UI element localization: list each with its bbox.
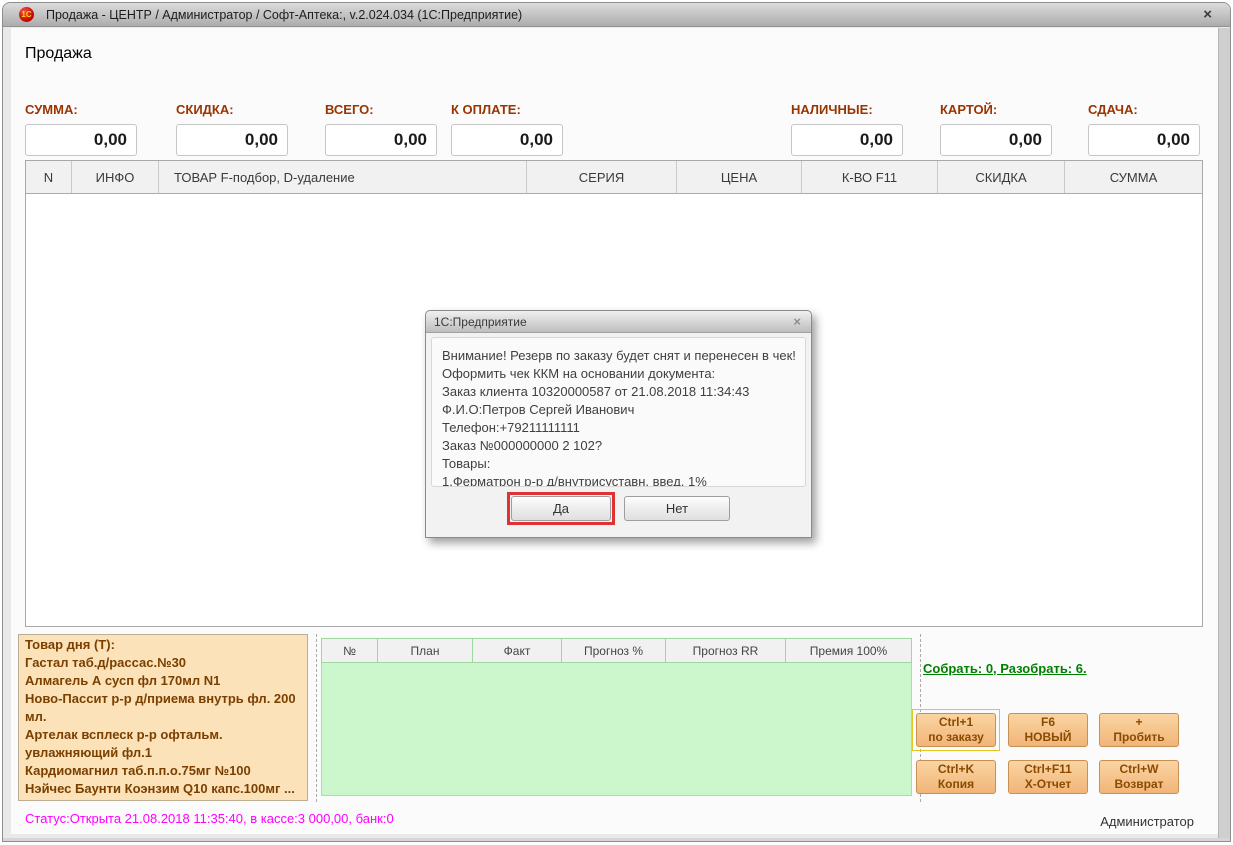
button-kopiya[interactable]: Ctrl+K Копия (916, 760, 996, 794)
splitter-left[interactable] (316, 634, 317, 802)
button-key: Ctrl+1 (917, 715, 995, 730)
vsego-label: ВСЕГО: (325, 102, 437, 117)
dialog-titlebar[interactable]: 1С:Предприятие × (426, 311, 811, 333)
skidka-value[interactable]: 0,00 (176, 124, 288, 156)
button-probit[interactable]: + Пробить (1099, 713, 1179, 747)
plan-col-fakt: Факт (472, 638, 561, 663)
col-cena: ЦЕНА (677, 161, 802, 193)
day-panel-item: Гастал таб.д/рассас.№30 (25, 654, 301, 672)
field-skidka: СКИДКА: 0,00 (176, 102, 288, 156)
col-info: ИНФО (72, 161, 159, 193)
close-icon[interactable]: × (1195, 6, 1220, 23)
dialog-line: Товары: (442, 455, 795, 473)
product-of-day-panel: Товар дня (Т): Гастал таб.д/рассас.№30 А… (18, 634, 308, 801)
col-skidka: СКИДКА (938, 161, 1065, 193)
col-kvo: К-ВО F11 (802, 161, 938, 193)
day-panel-item: Ново-Пассит р-р д/приема внутрь фл. 200 … (25, 690, 301, 726)
dialog-title: 1С:Предприятие (434, 315, 527, 329)
button-label: НОВЫЙ (1009, 730, 1087, 745)
window-frame-right (1218, 28, 1230, 841)
vsego-value[interactable]: 0,00 (325, 124, 437, 156)
summa-value[interactable]: 0,00 (25, 124, 137, 156)
field-vsego: ВСЕГО: 0,00 (325, 102, 437, 156)
dialog-line: Заказ клиента 10320000587 от 21.08.2018 … (442, 383, 795, 401)
col-tovar: ТОВАР F-подбор, D-удаление (159, 161, 527, 193)
button-key: F6 (1009, 715, 1087, 730)
orders-link[interactable]: Собрать: 0, Разобрать: 6. (923, 661, 1087, 676)
dialog-line: 1.Ферматрон р-р д/внутрисуставн. введ. 1… (442, 473, 795, 487)
plan-table: № План Факт Прогноз % Прогноз RR Премия … (321, 638, 912, 796)
button-novyj[interactable]: F6 НОВЫЙ (1008, 713, 1088, 747)
button-label: Пробить (1100, 730, 1178, 745)
dialog-line: Заказ №000000000 2 102? (442, 437, 795, 455)
k-oplate-value[interactable]: 0,00 (451, 124, 563, 156)
items-table-header: N ИНФО ТОВАР F-подбор, D-удаление СЕРИЯ … (26, 161, 1202, 194)
field-nalichnye: НАЛИЧНЫЕ: 0,00 (791, 102, 903, 156)
dialog-line: Телефон:+79211111111 (442, 419, 795, 437)
plan-col-plan: План (377, 638, 472, 663)
nalichnye-label: НАЛИЧНЫЕ: (791, 102, 903, 117)
summa-label: СУММА: (25, 102, 137, 117)
current-user: Администратор (1100, 814, 1194, 829)
k-oplate-label: К ОПЛАТЕ: (451, 102, 563, 117)
dialog-close-icon[interactable]: × (791, 314, 803, 329)
sdacha-label: СДАЧА: (1088, 102, 1200, 117)
col-summa: СУММА (1065, 161, 1202, 193)
button-label: Копия (917, 777, 995, 792)
button-label: Возврат (1100, 777, 1178, 792)
window-frame-bottom (3, 838, 1230, 841)
day-panel-title: Товар дня (Т): (25, 636, 301, 654)
button-key: Ctrl+K (917, 762, 995, 777)
dialog-message: Внимание! Резерв по заказу будет снят и … (431, 337, 806, 487)
dialog-buttons: Да Нет (426, 492, 811, 525)
page-title: Продажа (25, 45, 92, 63)
field-summa: СУММА: 0,00 (25, 102, 137, 156)
day-panel-item: Кардиомагнил таб.п.п.о.75мг №100 (25, 762, 301, 780)
plan-table-header: № План Факт Прогноз % Прогноз RR Премия … (321, 638, 912, 663)
skidka-label: СКИДКА: (176, 102, 288, 117)
dialog-line: Внимание! Резерв по заказу будет снят и … (442, 347, 795, 365)
status-bar-text: Статус:Открыта 21.08.2018 11:35:40, в ка… (25, 811, 394, 826)
field-sdacha: СДАЧА: 0,00 (1088, 102, 1200, 156)
button-po-zakazu[interactable]: Ctrl+1 по заказу (916, 713, 996, 747)
1c-logo-icon: 1С (19, 7, 34, 22)
window-title: Продажа - ЦЕНТР / Администратор / Софт-А… (46, 8, 522, 22)
dialog-line: Оформить чек ККМ на основании документа: (442, 365, 795, 383)
day-panel-item: Нэйчес Баунти Коэнзим Q10 капс.100мг ... (25, 780, 301, 798)
kartoj-label: КАРТОЙ: (940, 102, 1052, 117)
nalichnye-value[interactable]: 0,00 (791, 124, 903, 156)
button-label: по заказу (917, 730, 995, 745)
button-key: + (1100, 715, 1178, 730)
col-seriya: СЕРИЯ (527, 161, 677, 193)
dialog-line: Ф.И.О:Петров Сергей Иванович (442, 401, 795, 419)
day-panel-item: Алмагель А сусп фл 170мл N1 (25, 672, 301, 690)
kartoj-value[interactable]: 0,00 (940, 124, 1052, 156)
col-n: N (26, 161, 72, 193)
button-vozvrat[interactable]: Ctrl+W Возврат (1099, 760, 1179, 794)
sdacha-value[interactable]: 0,00 (1088, 124, 1200, 156)
button-key: Ctrl+F11 (1009, 762, 1087, 777)
plan-col-prognoz-pct: Прогноз % (561, 638, 665, 663)
yes-button-highlight: Да (507, 492, 615, 525)
day-panel-item: Артелак всплеск р-р офтальм. увлажняющий… (25, 726, 301, 762)
plan-table-body (321, 663, 912, 796)
button-key: Ctrl+W (1100, 762, 1178, 777)
confirmation-dialog: 1С:Предприятие × Внимание! Резерв по зак… (425, 310, 812, 538)
plan-col-num: № (321, 638, 377, 663)
yes-button[interactable]: Да (511, 496, 611, 521)
window-titlebar[interactable]: 1С Продажа - ЦЕНТР / Администратор / Соф… (3, 3, 1230, 27)
button-label: X-Отчет (1009, 777, 1087, 792)
plan-col-prognoz-rr: Прогноз RR (665, 638, 785, 663)
field-k-oplate: К ОПЛАТЕ: 0,00 (451, 102, 563, 156)
plan-col-premiya: Премия 100% (785, 638, 912, 663)
button-x-otchet[interactable]: Ctrl+F11 X-Отчет (1008, 760, 1088, 794)
field-kartoj: КАРТОЙ: 0,00 (940, 102, 1052, 156)
no-button[interactable]: Нет (624, 496, 730, 521)
